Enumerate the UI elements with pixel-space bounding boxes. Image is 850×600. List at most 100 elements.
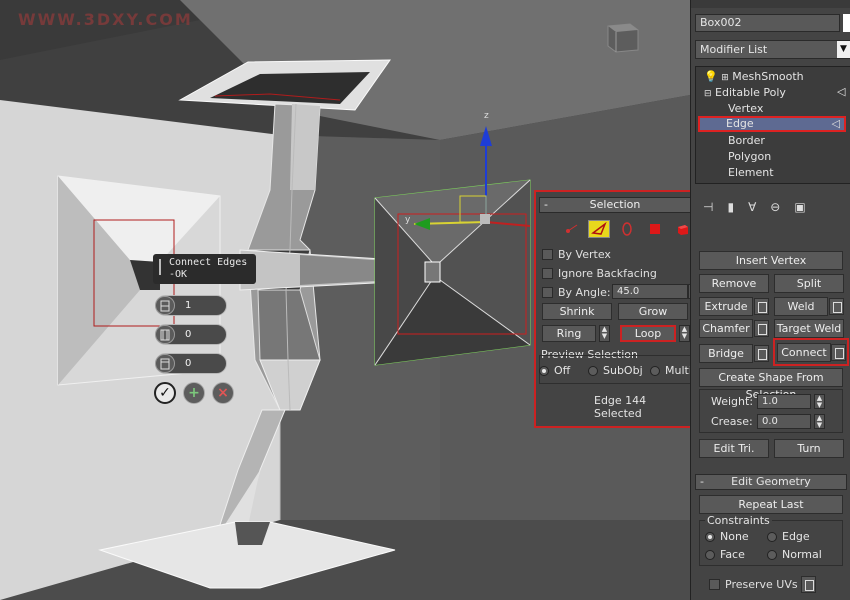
constraint-face-label: Face	[720, 548, 745, 561]
collapse-icon[interactable]: -	[700, 475, 704, 489]
selection-rollout-header[interactable]: - Selection	[539, 197, 691, 213]
preserve-uvs-checkbox[interactable]: Preserve UVs	[709, 578, 798, 591]
loop-spinner-icon[interactable]: ▲ ▼	[679, 325, 690, 342]
radio-off-icon[interactable]	[767, 549, 777, 560]
ok-check-icon[interactable]: ✓	[154, 382, 176, 404]
radio-off-icon[interactable]	[705, 549, 715, 560]
target-weld-button[interactable]: Target Weld	[774, 319, 844, 338]
insert-vertex-button[interactable]: Insert Vertex	[699, 251, 843, 270]
ring-button[interactable]: Ring	[542, 325, 596, 342]
pin-stack-icon[interactable]: ⊣	[703, 200, 713, 214]
by-vertex-checkbox[interactable]: By Vertex	[542, 248, 611, 261]
pinch-field[interactable]: 0	[155, 324, 227, 345]
stack-item-polygon[interactable]: Polygon	[728, 149, 771, 165]
weld-settings-icon[interactable]	[829, 298, 844, 315]
by-vertex-check-box[interactable]	[542, 249, 553, 260]
radio-on-icon[interactable]	[539, 365, 549, 376]
stack-item-element[interactable]: Element	[728, 165, 774, 181]
stack-item-vertex[interactable]: Vertex	[728, 101, 763, 117]
weight-spinner-arrows-icon[interactable]: ▲ ▼	[814, 394, 825, 409]
object-name-field[interactable]: Box002	[695, 14, 840, 32]
extrude-settings-icon[interactable]	[754, 298, 769, 315]
preserve-uvs-settings-icon[interactable]	[801, 576, 816, 593]
expand-plus-icon[interactable]: ⊞	[721, 73, 729, 83]
modifier-list-dropdown[interactable]: Modifier List ▼	[695, 40, 850, 59]
stack-meshsmooth-label: MeshSmooth	[732, 70, 804, 83]
preserve-uvs-check-box[interactable]	[709, 579, 720, 590]
preview-subobj-radio[interactable]: SubObj	[588, 364, 643, 377]
bridge-settings-icon[interactable]	[754, 345, 769, 362]
weight-label: Weight:	[711, 395, 754, 408]
segments-value[interactable]: 1	[185, 300, 191, 311]
radio-off-icon[interactable]	[588, 365, 598, 376]
svg-text:z: z	[484, 111, 489, 121]
stack-toolbar: ⊣ ▮ ∀ ⊖ ▣	[695, 196, 850, 218]
connect-button[interactable]: Connect	[777, 343, 831, 362]
caddy-handle-icon[interactable]	[159, 259, 161, 275]
polygon-mode-icon[interactable]	[644, 220, 666, 238]
remove-modifier-icon[interactable]: ⊖	[770, 200, 780, 214]
bridge-button[interactable]: Bridge	[699, 344, 753, 363]
configure-modifier-icon[interactable]: ▣	[794, 200, 805, 214]
preview-multi-radio[interactable]: Multi	[650, 364, 692, 377]
edit-geometry-rollout-header[interactable]: - Edit Geometry	[695, 474, 847, 490]
connect-settings-icon[interactable]	[831, 344, 846, 361]
viewcube-icon[interactable]	[600, 20, 642, 54]
edge-mode-icon[interactable]	[588, 220, 610, 238]
light-bulb-icon[interactable]: 💡	[704, 70, 718, 83]
remove-button[interactable]: Remove	[699, 274, 769, 293]
caddy-title-label: Connect Edges	[169, 257, 248, 268]
dropdown-arrow-icon[interactable]: ▼	[837, 41, 850, 58]
extrude-button[interactable]: Extrude	[699, 297, 753, 316]
slide-field[interactable]: 0	[155, 353, 227, 374]
crease-spinner[interactable]: 0.0	[757, 414, 811, 429]
chamfer-button[interactable]: Chamfer	[699, 319, 753, 338]
vertex-mode-icon[interactable]	[560, 220, 582, 238]
angle-spinner[interactable]: 45.0 ▲▼	[612, 284, 699, 299]
constraint-normal-radio[interactable]: Normal	[767, 548, 822, 561]
turn-button[interactable]: Turn	[774, 439, 844, 458]
ignore-backfacing-checkbox[interactable]: Ignore Backfacing	[542, 267, 657, 280]
cancel-x-icon[interactable]: ×	[212, 382, 234, 404]
stack-item-editable-poly[interactable]: ⊟ Editable Poly	[704, 85, 786, 101]
border-mode-icon[interactable]	[616, 220, 638, 238]
stack-item-meshsmooth[interactable]: 💡 ⊞ MeshSmooth	[704, 69, 804, 85]
constraint-face-radio[interactable]: Face	[705, 548, 745, 561]
constraint-edge-radio[interactable]: Edge	[767, 530, 810, 543]
by-angle-checkbox[interactable]: By Angle:	[542, 286, 611, 299]
preview-off-radio[interactable]: Off	[539, 364, 570, 377]
collapse-minus-icon[interactable]: ⊟	[704, 89, 712, 99]
radio-on-icon[interactable]	[705, 531, 715, 542]
split-button[interactable]: Split	[774, 274, 844, 293]
weld-button[interactable]: Weld	[774, 297, 828, 316]
stack-item-edge[interactable]: Edge ◁	[698, 116, 846, 132]
ring-spinner-icon[interactable]: ▲ ▼	[599, 325, 610, 342]
angle-value[interactable]: 45.0	[617, 286, 639, 297]
radio-off-icon[interactable]	[650, 365, 660, 376]
weight-spinner[interactable]: 1.0	[757, 394, 811, 409]
repeat-last-button[interactable]: Repeat Last	[699, 495, 843, 514]
create-shape-button[interactable]: Create Shape From Selection	[699, 368, 843, 401]
edit-geometry-title: Edit Geometry	[731, 475, 811, 488]
modifier-stack[interactable]: 💡 ⊞ MeshSmooth ⊟ Editable Poly ◁ Vertex …	[695, 66, 850, 184]
radio-off-icon[interactable]	[767, 531, 777, 542]
constraint-none-radio[interactable]: None	[705, 530, 749, 543]
crease-spinner-arrows-icon[interactable]: ▲ ▼	[814, 414, 825, 429]
edit-tri-button[interactable]: Edit Tri.	[699, 439, 769, 458]
object-color-swatch[interactable]	[843, 14, 850, 32]
by-angle-check-box[interactable]	[542, 287, 553, 298]
loop-button[interactable]: Loop	[620, 325, 676, 342]
ignore-backfacing-check-box[interactable]	[542, 268, 553, 279]
grow-button[interactable]: Grow	[618, 303, 688, 320]
panel-tabs[interactable]	[691, 0, 850, 8]
make-unique-icon[interactable]: ∀	[748, 200, 756, 214]
stack-item-border[interactable]: Border	[728, 133, 765, 149]
slide-value[interactable]: 0	[185, 358, 191, 369]
shrink-button[interactable]: Shrink	[542, 303, 612, 320]
pinch-value[interactable]: 0	[185, 329, 191, 340]
show-end-result-icon[interactable]: ▮	[727, 200, 734, 214]
collapse-icon[interactable]: -	[544, 198, 548, 212]
chamfer-settings-icon[interactable]	[754, 320, 769, 337]
apply-continue-plus-icon[interactable]: +	[183, 382, 205, 404]
segments-field[interactable]: 1	[155, 295, 227, 316]
